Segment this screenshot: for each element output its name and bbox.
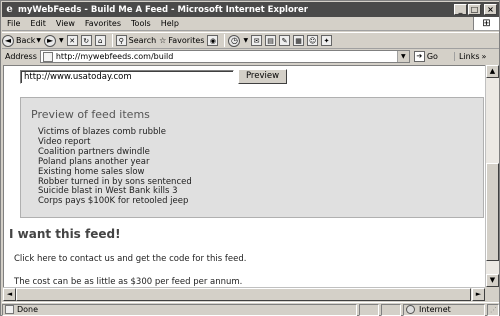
refresh-icon: ↻ [80,35,92,46]
links-button[interactable]: Links» [453,52,487,61]
feed-url-input[interactable]: http://www.usatoday.com [20,69,234,84]
menu-edit[interactable]: Edit [25,19,51,28]
refresh-button[interactable]: ↻ [80,35,92,46]
status-lock [381,303,401,316]
stop-icon: ✕ [66,35,78,46]
vertical-scrollbar[interactable]: ▲ ▼ [485,65,499,287]
research-button[interactable]: ✦ [321,35,333,46]
links-label: Links [458,52,480,61]
address-bar: Address http://mywebfeeds.com/build ▼ ➔ … [2,49,499,64]
page-content: http://www.usatoday.com Preview Preview … [3,65,485,287]
favorites-label: Favorites [168,36,205,45]
want-feed-heading: I want this feed! [9,227,121,241]
discuss-button[interactable]: ▦ [293,35,305,46]
ie-logo-icon: e [6,4,13,15]
feed-items-list: Victims of blazes comb rubble Video repo… [38,127,192,207]
chevron-down-icon: ▼ [243,37,249,44]
search-label: Search [128,36,157,45]
menu-tools[interactable]: Tools [126,19,156,28]
mail-icon: ✉ [251,35,263,46]
status-bar: Done Internet ⋰ [2,302,499,316]
media-button[interactable]: ◉ [207,35,219,46]
mail-button[interactable]: ✉ [251,35,263,46]
scroll-down-button[interactable]: ▼ [486,274,499,287]
cost-text: The cost can be as little as $300 per fe… [14,277,243,287]
page-icon [5,305,14,314]
status-progress [359,303,379,316]
favorites-button[interactable]: ☆ Favorites [159,36,204,45]
windows-logo-icon: ⊞ [473,17,499,30]
horizontal-scrollbar[interactable]: ◄ ► [3,287,485,301]
discuss-icon: ▦ [293,35,305,46]
close-button[interactable]: × [484,4,497,15]
search-icon: ⚲ [115,35,127,46]
menu-bar: File Edit View Favorites Tools Help ⊞ [2,17,499,31]
status-main: Done [2,303,357,316]
forward-arrow-icon: ► [44,34,57,47]
history-button[interactable]: ◷ ▼ [228,34,249,47]
back-button[interactable]: ◄ Back ▼ [2,34,42,47]
menu-help[interactable]: Help [156,19,184,28]
media-icon: ◉ [207,35,219,46]
preview-heading: Preview of feed items [31,108,150,121]
minimize-button[interactable]: _ [454,4,467,15]
feed-url-form: http://www.usatoday.com Preview [20,69,287,84]
home-button[interactable]: ⌂ [94,35,106,46]
search-button[interactable]: ⚲ Search [115,35,157,46]
print-button[interactable]: ▤ [265,35,277,46]
contact-link-text[interactable]: Click here to contact us and get the cod… [14,254,246,264]
address-input[interactable]: http://mywebfeeds.com/build ▼ [39,50,410,63]
go-arrow-icon: ➔ [413,51,425,62]
window-title: myWebFeeds - Build Me A Feed - Microsoft… [18,4,308,15]
chevron-down-icon: ▼ [36,37,42,44]
go-label: Go [426,52,438,61]
print-icon: ▤ [265,35,277,46]
menu-view[interactable]: View [51,19,80,28]
back-label: Back [16,36,36,45]
horizontal-scroll-thumb[interactable] [16,288,471,301]
chevron-down-icon: ▼ [59,37,64,44]
maximize-button[interactable]: □ [468,4,481,15]
resize-grip-icon[interactable]: ⋰ [487,303,499,316]
go-button[interactable]: ➔ Go [413,51,438,62]
title-bar[interactable]: e myWebFeeds - Build Me A Feed - Microso… [2,2,499,17]
messenger-icon: ☺ [307,35,319,46]
star-icon: ☆ [159,36,167,45]
address-label: Address [5,52,37,61]
research-icon: ✦ [321,35,333,46]
menu-file[interactable]: File [2,19,25,28]
toolbar-separator [224,34,226,47]
feed-item: Corps pays $100K for retooled jeep [38,196,189,207]
menu-favorites[interactable]: Favorites [80,19,126,28]
preview-button[interactable]: Preview [238,69,287,84]
home-icon: ⌂ [94,35,106,46]
scroll-right-button[interactable]: ► [472,288,485,301]
globe-icon [406,305,415,314]
edit-icon: ✎ [279,35,291,46]
address-url: http://mywebfeeds.com/build [55,52,174,61]
vertical-scroll-thumb[interactable] [486,163,499,261]
chevron-right-icon: » [481,52,487,61]
feed-preview-panel: Preview of feed items Victims of blazes … [20,97,484,218]
stop-button[interactable]: ✕ [66,35,78,46]
status-zone: Internet [403,303,485,316]
address-dropdown-button[interactable]: ▼ [396,51,409,62]
messenger-button[interactable]: ☺ [307,35,319,46]
browser-window: e myWebFeeds - Build Me A Feed - Microso… [0,0,500,316]
scroll-left-button[interactable]: ◄ [3,288,16,301]
status-text: Done [17,305,39,314]
zone-text: Internet [419,305,451,314]
toolbar-separator [111,34,113,47]
back-arrow-icon: ◄ [2,34,14,47]
scrollbar-corner [485,287,499,301]
forward-button[interactable]: ► ▼ [44,34,64,47]
edit-button[interactable]: ✎ [279,35,291,46]
history-icon: ◷ [228,34,241,47]
page-icon [42,51,53,62]
scroll-up-button[interactable]: ▲ [486,65,499,78]
standard-toolbar: ◄ Back ▼ ► ▼ ✕ ↻ ⌂ ⚲ Search ☆ Favorites … [2,32,499,49]
